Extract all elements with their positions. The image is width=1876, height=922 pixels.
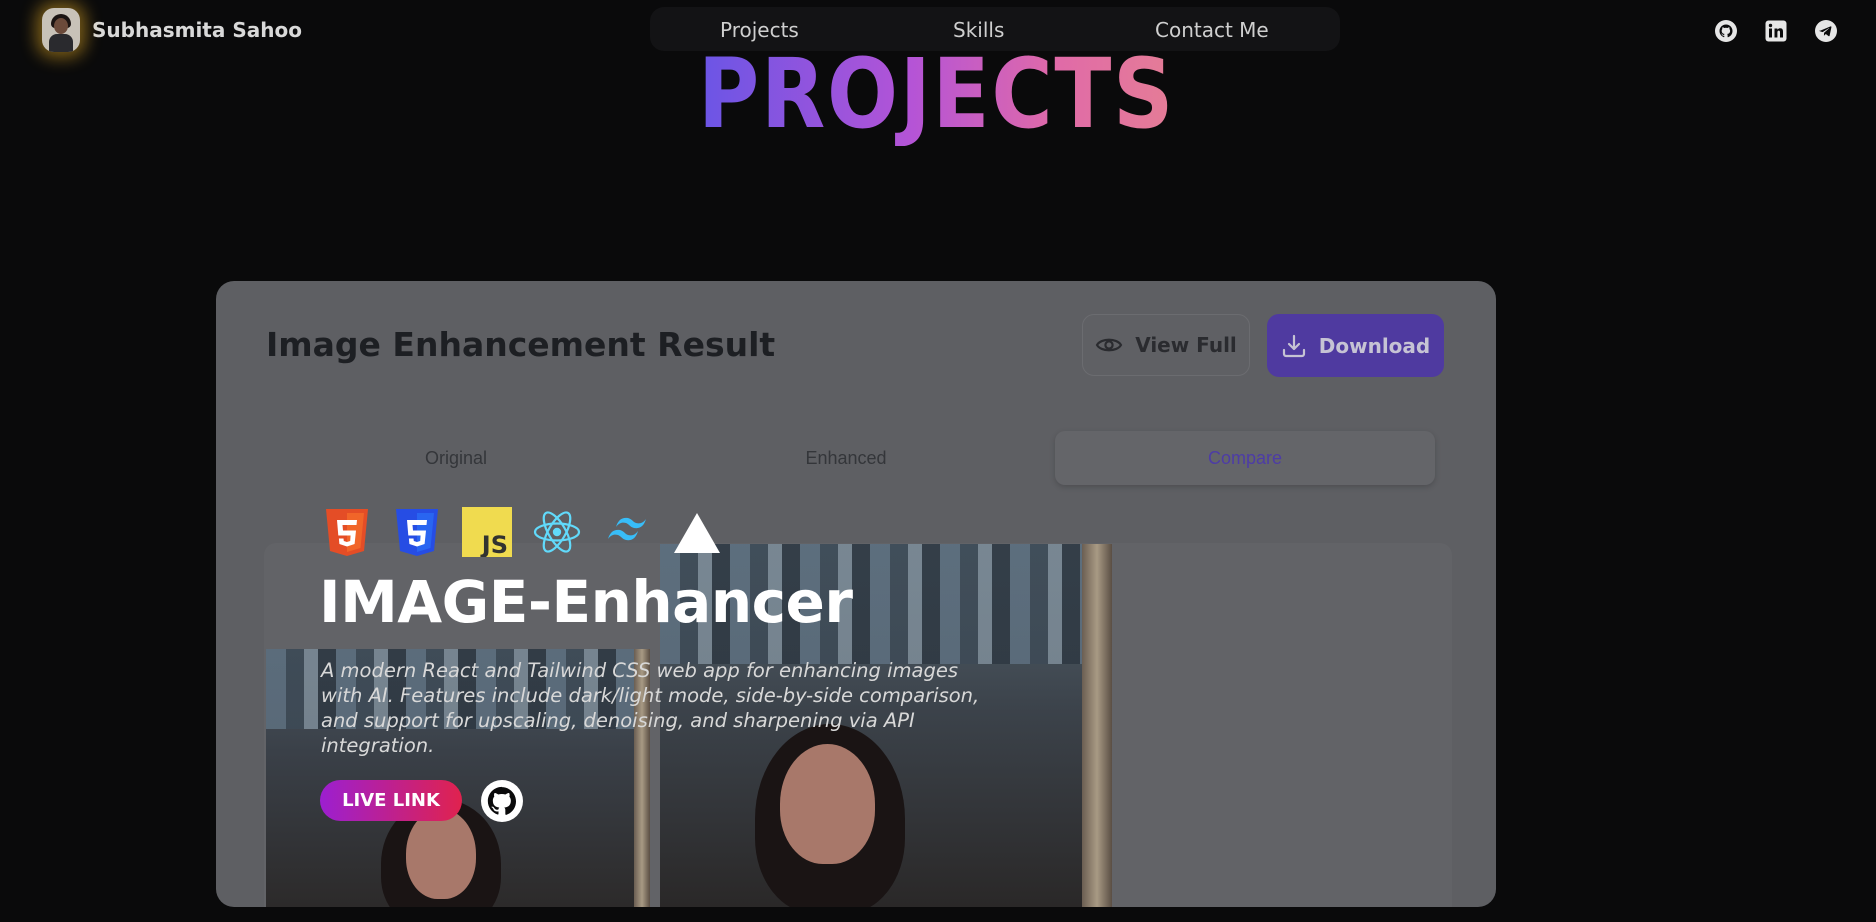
html5-icon (326, 509, 368, 556)
tab-compare[interactable]: Compare (1055, 431, 1435, 485)
eye-icon (1095, 338, 1123, 352)
tech-stack: JS (322, 507, 722, 557)
tab-original[interactable]: Original (266, 431, 646, 485)
project-name: IMAGE-Enhancer (319, 568, 853, 636)
github-icon[interactable] (1714, 19, 1738, 43)
css3-icon (396, 509, 438, 556)
avatar (42, 8, 80, 52)
tab-enhanced[interactable]: Enhanced (656, 431, 1036, 485)
view-tabs: Original Enhanced Compare (266, 431, 1446, 493)
project-github-link[interactable] (481, 780, 523, 822)
view-full-label: View Full (1135, 333, 1237, 357)
github-icon (482, 781, 522, 821)
brand[interactable]: Subhasmita Sahoo (42, 8, 302, 52)
linkedin-icon[interactable] (1764, 19, 1788, 43)
javascript-icon: JS (462, 507, 512, 557)
brand-name: Subhasmita Sahoo (92, 18, 302, 42)
svg-text:JS: JS (480, 531, 508, 557)
react-icon (533, 511, 581, 553)
social-links (1714, 19, 1838, 43)
download-label: Download (1318, 333, 1431, 358)
download-button[interactable]: Download (1267, 314, 1444, 377)
tailwind-icon (608, 517, 646, 541)
vercel-icon (674, 513, 720, 553)
telegram-icon[interactable] (1814, 19, 1838, 43)
project-description: A modern React and Tailwind CSS web app … (321, 659, 980, 757)
card-title: Image Enhancement Result (266, 325, 776, 364)
live-link-button[interactable]: LIVE LINK (320, 780, 462, 821)
view-full-button[interactable]: View Full (1082, 314, 1250, 376)
page-title: PROJECTS (698, 38, 1175, 150)
download-icon (1282, 334, 1305, 357)
